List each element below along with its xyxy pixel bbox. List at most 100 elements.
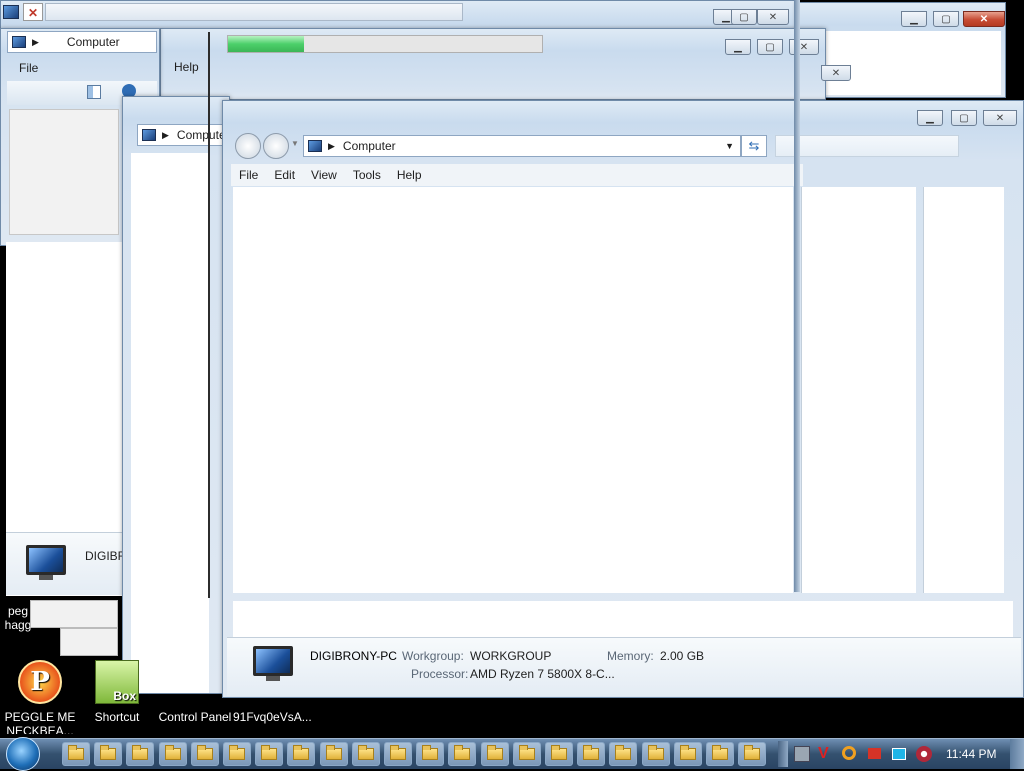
taskbar-window-button[interactable] (577, 742, 606, 766)
taskbar-window-button[interactable] (448, 742, 477, 766)
display-icon[interactable] (892, 748, 906, 760)
taskbar-window-button[interactable] (545, 742, 573, 766)
folder-icon (100, 745, 117, 760)
close-button-2[interactable]: ✕ (821, 65, 851, 81)
pc-name: DIGIBRONY-PC (310, 649, 397, 663)
close-button[interactable]: ✕ (963, 11, 1005, 27)
menu-edit[interactable]: Edit (266, 168, 303, 182)
chevron-right-icon: ▶ (328, 140, 335, 151)
processor-label: Processor: (411, 667, 469, 681)
side-pane-1 (801, 187, 916, 593)
workgroup-value: WORKGROUP (470, 649, 552, 663)
shortcut-icon: Box (95, 660, 139, 704)
menu-help[interactable]: Help (166, 56, 207, 78)
network-icon[interactable] (794, 746, 810, 762)
window-edge (208, 32, 210, 598)
side-pane-2 (923, 187, 1004, 593)
close-button[interactable]: ✕ (757, 9, 789, 25)
menu-tools[interactable]: Tools (345, 168, 389, 182)
chevron-down-icon[interactable]: ▼ (291, 139, 299, 148)
taskbar-window-button[interactable] (384, 742, 412, 766)
folder-icon (357, 745, 374, 760)
folder-icon (325, 745, 342, 760)
taskbar-window-button[interactable] (319, 742, 348, 766)
close-icon: ✕ (995, 112, 1005, 124)
clock[interactable]: 11:44 PM (946, 747, 996, 761)
taskbar-separator (778, 741, 788, 767)
maximize-button[interactable]: ▢ (757, 39, 783, 55)
back-button[interactable] (235, 133, 261, 159)
taskbar-window-button[interactable] (673, 742, 702, 766)
taskbar-window-button[interactable] (255, 742, 284, 766)
close-icon: ✕ (979, 13, 989, 25)
minimize-button[interactable]: ▁ (901, 11, 927, 27)
taskbar-window-button[interactable] (512, 742, 541, 766)
window-fragment (60, 628, 118, 656)
computer-icon (12, 36, 26, 48)
taskbar-window-button[interactable] (416, 742, 445, 766)
maximize-button[interactable]: ▢ (951, 110, 977, 126)
address-text: Computer (66, 35, 120, 49)
maximize-button[interactable]: ▢ (731, 9, 757, 25)
folder-icon (164, 745, 181, 760)
desktop-icon-peggle[interactable]: P PEGGLE ME NECKBEA... (2, 658, 78, 734)
search-icon[interactable] (842, 746, 856, 760)
taskbar-window-button[interactable] (94, 742, 123, 766)
refresh-button[interactable]: ⇆ (741, 135, 767, 157)
memory-label: Memory: (607, 649, 654, 663)
close-icon[interactable]: ✕ (23, 3, 43, 21)
taskbar-window-button[interactable] (351, 742, 380, 766)
address-bar[interactable]: ▶ Computer (7, 31, 157, 53)
taskbar-window-button[interactable] (158, 742, 187, 766)
window-content (131, 153, 209, 693)
taskbar-window-button[interactable] (126, 742, 155, 766)
folder-icon (518, 745, 535, 760)
menu-view[interactable]: View (303, 168, 345, 182)
chevron-down-icon[interactable]: ▼ (725, 141, 734, 151)
menu-file[interactable]: File (231, 168, 266, 182)
address-bar[interactable]: ▶ Computer (137, 124, 231, 146)
antivirus-icon[interactable]: V (818, 746, 834, 762)
forward-button[interactable] (263, 133, 289, 159)
computer-icon (142, 129, 156, 141)
desktop-icon-shortcut[interactable]: Box Shortcut (79, 658, 155, 734)
window-content (805, 31, 1001, 95)
taskbar-window-button[interactable] (62, 742, 90, 766)
close-button[interactable]: ✕ (983, 110, 1017, 126)
desktop-icon-control-panel[interactable]: Control Panel (157, 658, 233, 724)
volume-icon[interactable] (916, 746, 932, 762)
menu-bar: File Edit View Tools Help (231, 164, 803, 186)
desktop-icon-label (79, 724, 155, 734)
taskbar-window-button[interactable] (641, 742, 670, 766)
menu-help[interactable]: Help (389, 168, 430, 182)
window-fragment (30, 600, 118, 628)
close-icon: ✕ (768, 11, 778, 23)
taskbar-window-button[interactable] (609, 742, 638, 766)
taskbar-window-button[interactable] (223, 742, 251, 766)
taskbar-window-button[interactable] (287, 742, 316, 766)
details-pane: DIGIBRONY-PC Workgroup: WORKGROUP Memory… (227, 637, 1021, 696)
back-window-top: ✕ ▁ ▢ ✕ (0, 0, 800, 30)
windows-start-icon[interactable] (6, 737, 40, 771)
address-bar[interactable]: ▶ Computer ▼ (303, 135, 741, 157)
menu-file[interactable]: File (1, 61, 46, 75)
show-desktop-button[interactable] (1010, 739, 1024, 769)
layout-icon[interactable] (87, 85, 101, 99)
peggle-icon: P (18, 660, 62, 704)
minimize-button[interactable]: ▁ (917, 110, 943, 126)
folder-icon (583, 745, 600, 760)
folder-icon (615, 745, 632, 760)
minimize-button[interactable]: ▁ (725, 39, 751, 55)
main-window: ▁ ▢ ✕ ▼ ▶ Computer ▼ ⇆ File Edit View To… (222, 100, 1024, 698)
taskbar-window-button[interactable] (480, 742, 509, 766)
search-input[interactable] (775, 135, 959, 157)
folder-icon (744, 745, 761, 760)
taskbar-window-button[interactable] (706, 742, 734, 766)
desktop-icon-image[interactable]: 91Fvq0eVsA... (233, 658, 312, 724)
status-strip (233, 601, 1013, 637)
taskbar-window-button[interactable] (190, 742, 219, 766)
flag-icon[interactable] (868, 748, 881, 759)
folder-icon (551, 745, 567, 760)
maximize-button[interactable]: ▢ (933, 11, 959, 27)
taskbar-window-button[interactable] (738, 742, 767, 766)
